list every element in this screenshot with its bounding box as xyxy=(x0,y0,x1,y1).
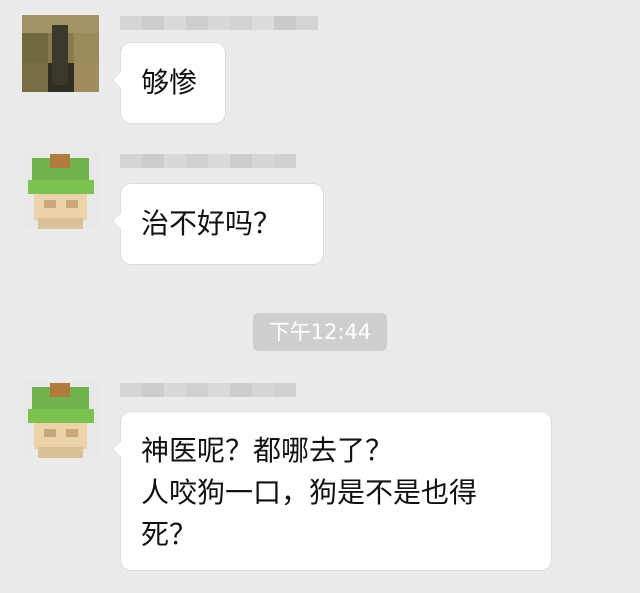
message-text: 治不好吗？ xyxy=(141,207,282,240)
timestamp-pill: 下午12:44 xyxy=(253,313,387,351)
avatar[interactable] xyxy=(22,15,99,92)
message-text-line: 神医呢？都哪去了？ xyxy=(141,434,394,467)
sender-name-blurred xyxy=(120,150,310,172)
message-text-line: 人咬狗一口，狗是不是也得 xyxy=(141,476,478,509)
message-text-line: 死？ xyxy=(141,518,198,551)
sender-name-blurred xyxy=(120,379,310,401)
message-bubble[interactable]: 够惨 xyxy=(112,43,225,123)
message-bubble[interactable]: 治不好吗？ xyxy=(112,184,323,264)
avatar[interactable] xyxy=(22,381,99,458)
sender-name-blurred xyxy=(120,12,320,34)
message-bubble[interactable]: 神医呢？都哪去了？ 人咬狗一口，狗是不是也得 死？ xyxy=(112,412,551,570)
avatar[interactable] xyxy=(22,152,99,229)
message-text: 够惨 xyxy=(141,66,198,99)
